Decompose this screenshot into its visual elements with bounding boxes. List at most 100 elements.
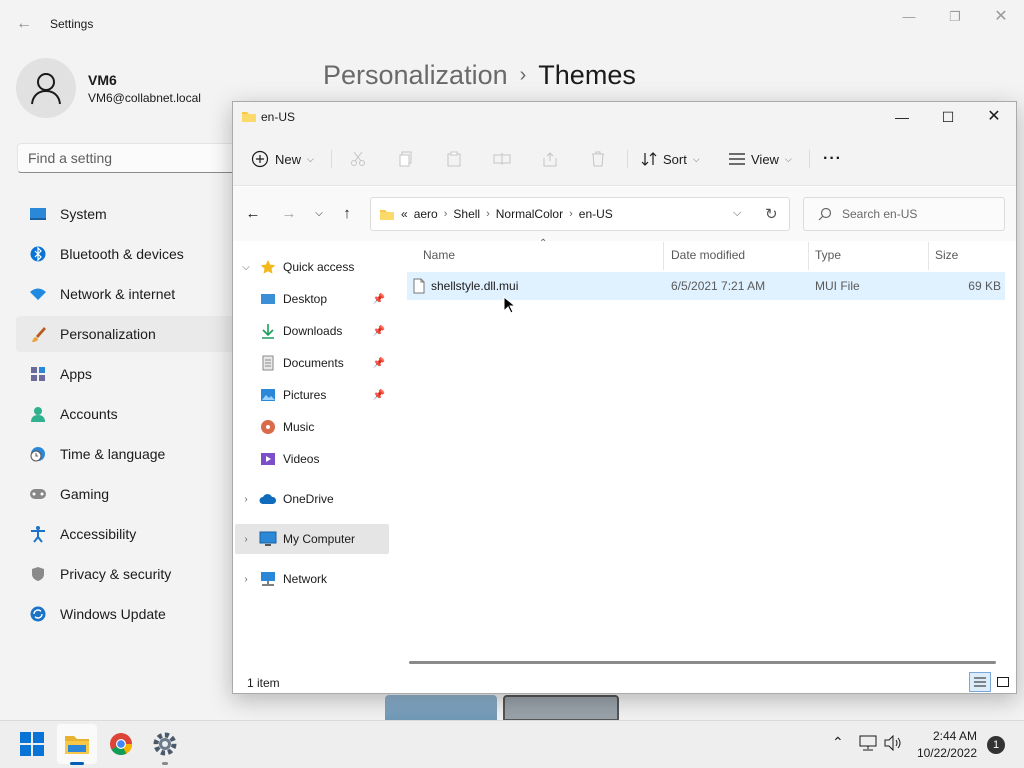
nav-item-system[interactable]: System	[16, 196, 240, 232]
address-segment[interactable]: aero	[414, 207, 438, 221]
column-header-date[interactable]: Date modified	[671, 248, 745, 262]
theme-thumbnail[interactable]	[385, 695, 497, 721]
nav-documents[interactable]: Documents 📌	[235, 348, 389, 378]
breadcrumb-parent[interactable]: Personalization	[323, 60, 508, 90]
maximize-icon[interactable]: ☐	[925, 102, 971, 132]
explorer-titlebar[interactable]: en-US — ☐ ✕	[233, 102, 1016, 132]
chevron-down-icon[interactable]: ⌵	[235, 262, 257, 273]
nav-onedrive[interactable]: › OneDrive	[235, 484, 389, 514]
column-header-name[interactable]: Name	[423, 248, 455, 262]
chevron-right-icon[interactable]: ›	[235, 494, 257, 505]
minimize-icon[interactable]: —	[879, 102, 925, 132]
clock-time[interactable]: 2:44 AM	[925, 729, 977, 743]
nav-pictures[interactable]: Pictures 📌	[235, 380, 389, 410]
share-icon[interactable]	[533, 142, 567, 176]
nav-item-privacy[interactable]: Privacy & security	[16, 556, 240, 592]
address-bar[interactable]: « aero › Shell › NormalColor › en-US ⌵ ↻	[370, 197, 790, 231]
nav-downloads[interactable]: Downloads 📌	[235, 316, 389, 346]
nav-label: Network & internet	[60, 286, 176, 302]
address-segment[interactable]: en-US	[579, 207, 613, 221]
close-icon[interactable]: ✕	[971, 102, 1017, 132]
show-hidden-icons-chevron-icon[interactable]: ⌃	[832, 734, 844, 751]
chevron-right-icon[interactable]: ›	[444, 208, 448, 220]
network-status-icon[interactable]	[858, 734, 878, 755]
column-header-type[interactable]: Type	[815, 248, 841, 262]
recent-locations-chevron-icon[interactable]: ⌵	[307, 203, 331, 225]
new-label: New	[275, 151, 302, 167]
forward-arrow-icon[interactable]: →	[277, 203, 301, 225]
up-arrow-icon[interactable]: ↑	[335, 203, 359, 225]
nav-item-apps[interactable]: Apps	[16, 356, 240, 392]
gamepad-icon	[16, 488, 60, 500]
horizontal-scrollbar[interactable]	[409, 661, 996, 664]
column-header-size[interactable]: Size	[935, 248, 958, 262]
back-arrow-icon[interactable]: ←	[241, 203, 265, 225]
taskbar-settings[interactable]	[145, 724, 185, 764]
large-icons-view-button[interactable]	[993, 672, 1013, 692]
minimize-icon[interactable]: —	[886, 6, 932, 28]
address-dropdown-icon[interactable]: ⌵	[733, 207, 741, 220]
chevron-right-icon[interactable]: ›	[235, 574, 257, 585]
search-input[interactable]: Search en-US	[803, 197, 1005, 231]
start-button[interactable]	[12, 724, 52, 764]
paste-icon[interactable]	[437, 142, 471, 176]
sort-button[interactable]: Sort ⌵	[641, 142, 700, 176]
address-segment[interactable]: NormalColor	[496, 207, 563, 221]
pin-icon[interactable]: 📌	[373, 358, 385, 369]
nav-item-accessibility[interactable]: Accessibility	[16, 516, 240, 552]
taskbar-file-explorer[interactable]	[57, 724, 97, 764]
pin-icon[interactable]: 📌	[373, 294, 385, 305]
table-row[interactable]: shellstyle.dll.mui 6/5/2021 7:21 AM MUI …	[407, 272, 1005, 300]
quick-access[interactable]: ⌵ Quick access	[235, 252, 389, 282]
nav-videos[interactable]: Videos	[235, 444, 389, 474]
cut-icon[interactable]	[341, 142, 375, 176]
nav-my-computer[interactable]: › My Computer	[235, 524, 389, 554]
refresh-icon[interactable]: ↻	[765, 205, 778, 223]
nav-item-personalization[interactable]: Personalization	[16, 316, 240, 352]
address-overflow[interactable]: «	[401, 207, 408, 221]
more-options-button[interactable]: ···	[823, 142, 842, 176]
new-button[interactable]: New ⌵	[251, 142, 314, 176]
column-divider[interactable]	[808, 242, 809, 270]
person-icon	[31, 73, 61, 105]
pin-icon[interactable]: 📌	[373, 390, 385, 401]
view-button[interactable]: View ⌵	[729, 142, 792, 176]
address-segment[interactable]: Shell	[453, 207, 480, 221]
download-icon	[257, 323, 279, 339]
pin-icon[interactable]: 📌	[373, 326, 385, 337]
find-setting-input[interactable]: Find a setting	[17, 143, 247, 173]
nav-desktop[interactable]: Desktop 📌	[235, 284, 389, 314]
nav-network[interactable]: › Network	[235, 564, 389, 594]
column-divider[interactable]	[663, 242, 664, 270]
nav-item-network[interactable]: Network & internet	[16, 276, 240, 312]
taskbar-chrome[interactable]	[101, 724, 141, 764]
chevron-right-icon[interactable]: ›	[235, 534, 257, 545]
theme-thumbnail-selected[interactable]	[503, 695, 619, 721]
restore-icon[interactable]: ❐	[932, 6, 978, 28]
desktop-icon	[257, 292, 279, 306]
close-icon[interactable]: ✕	[978, 6, 1024, 28]
nav-item-gaming[interactable]: Gaming	[16, 476, 240, 512]
column-divider[interactable]	[928, 242, 929, 270]
nav-label: Privacy & security	[60, 566, 172, 582]
delete-icon[interactable]	[581, 142, 615, 176]
nav-item-time-language[interactable]: Time & language	[16, 436, 240, 472]
rename-icon[interactable]	[485, 142, 519, 176]
nav-item-windows-update[interactable]: Windows Update	[16, 596, 240, 632]
chevron-right-icon[interactable]: ›	[569, 208, 573, 220]
volume-icon[interactable]	[884, 734, 902, 754]
clock-date[interactable]: 10/22/2022	[908, 746, 977, 760]
back-arrow-icon[interactable]: ←	[14, 14, 34, 34]
nav-item-accounts[interactable]: Accounts	[16, 396, 240, 432]
nav-music[interactable]: Music	[235, 412, 389, 442]
details-view-icon	[974, 677, 986, 687]
notification-badge[interactable]: 1	[987, 736, 1005, 754]
copy-icon[interactable]	[389, 142, 423, 176]
details-view-button[interactable]	[969, 672, 991, 692]
chevron-down-icon: ⌵	[307, 153, 314, 164]
nav-label: Desktop	[283, 292, 328, 306]
nav-item-bluetooth[interactable]: Bluetooth & devices	[16, 236, 240, 272]
nav-label: Downloads	[283, 324, 343, 338]
chevron-right-icon[interactable]: ›	[486, 208, 490, 220]
avatar[interactable]	[16, 58, 76, 118]
